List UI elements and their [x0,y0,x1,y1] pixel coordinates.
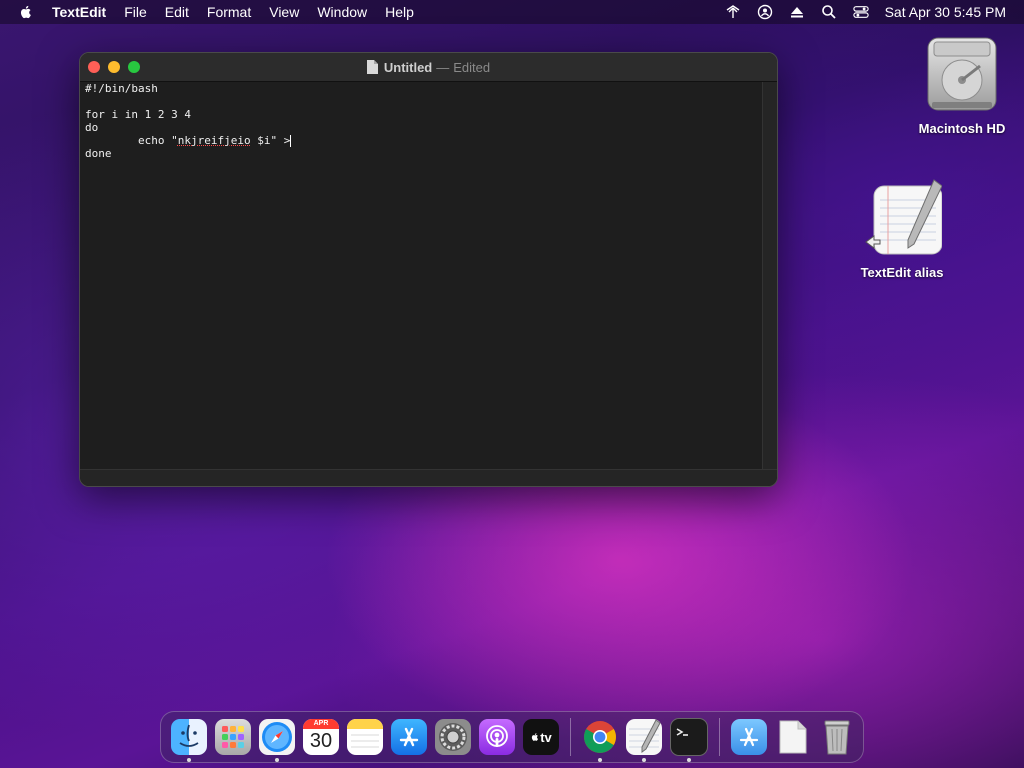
search-icon[interactable] [821,4,837,20]
calendar-month: APR [303,719,339,729]
misspelled-word: nkjreifjeio [177,134,251,147]
window-title: Untitled — Edited [80,53,777,81]
menu-app-name[interactable]: TextEdit [52,0,115,24]
desktop-icon-textedit-alias[interactable]: TextEdit alias [852,178,952,280]
control-center-icon[interactable] [852,4,869,20]
desktop-icon-label: TextEdit alias [860,265,944,280]
calendar-day: 30 [309,730,333,752]
menu-view[interactable]: View [260,0,308,24]
menu-window[interactable]: Window [308,0,376,24]
textedit-icon [629,719,661,753]
hard-drive-icon [927,37,997,111]
menu-clock[interactable]: Sat Apr 30 5:45 PM [885,4,1006,20]
window-titlebar[interactable]: Untitled — Edited [80,53,777,82]
dock-terminal[interactable] [670,718,708,762]
apple-tv-icon [532,733,539,741]
dock-notes[interactable] [347,719,383,755]
editor-line: #!/bin/bash [85,82,158,95]
dock-separator [570,718,571,756]
editor-line: do [85,121,99,134]
terminal-icon [676,728,688,736]
menu-format[interactable]: Format [198,0,260,24]
dock: APR 30 tv [160,711,864,763]
dock-launchpad[interactable] [215,719,251,755]
dock-chrome[interactable] [582,719,618,762]
notes-icon [347,719,383,729]
dock-finder[interactable] [171,719,207,762]
running-indicator [275,758,279,762]
app-store-icon [399,727,419,747]
dock-document[interactable] [775,719,811,755]
dock-app-store[interactable] [391,719,427,755]
notes-lines [351,734,379,748]
document-icon [779,720,807,754]
text-editor[interactable]: #!/bin/bash for i in 1 2 3 4 do echo "nk… [80,82,763,470]
menu-help[interactable]: Help [376,0,423,24]
vertical-scrollbar[interactable] [762,82,777,470]
running-indicator [642,758,646,762]
horizontal-scrollbar[interactable] [80,469,777,486]
running-indicator [187,758,191,762]
dock-separator [719,718,720,756]
menu-file[interactable]: File [115,0,156,24]
menu-edit[interactable]: Edit [156,0,198,24]
running-indicator [687,758,691,762]
dock-calendar[interactable]: APR 30 [303,719,339,755]
editor-line-echo: echo "nkjreifjeio $i" > [85,134,763,147]
echo-text: echo "nkjreifjeio $i" > [85,134,291,147]
textedit-icon [865,179,943,255]
finder-icon [179,724,199,747]
title-separator: — [436,59,450,75]
dock-podcasts[interactable] [479,719,515,755]
editor-line: done [85,147,112,160]
document-name: Untitled [383,59,433,75]
edited-status: Edited [453,59,491,75]
apple-icon[interactable] [18,4,34,20]
gear-icon [439,723,467,751]
dock-safari[interactable] [259,719,295,762]
dock-trash[interactable] [819,719,855,755]
tv-label: tv [540,729,552,745]
podcasts-icon [486,725,508,747]
user-account-icon[interactable] [757,4,773,20]
running-indicator [598,758,602,762]
text-cursor [290,135,292,147]
airdrop-icon[interactable] [725,4,741,20]
eject-icon[interactable] [789,4,805,20]
desktop-icon-label: Macintosh HD [918,121,1006,136]
dock-tv[interactable]: tv [523,719,559,755]
chrome-icon [584,721,616,753]
safari-icon [262,722,292,752]
textedit-window: Untitled — Edited #!/bin/bash for i in 1… [79,52,778,487]
dock-system-preferences[interactable] [435,719,471,755]
dock-textedit[interactable] [626,719,662,762]
desktop-icon-macintosh-hd[interactable]: Macintosh HD [912,36,1012,136]
dock-applications[interactable] [731,719,767,755]
document-icon [366,60,378,74]
editor-line: for i in 1 2 3 4 [85,108,191,121]
menu-bar: TextEdit File Edit Format View Window He… [0,0,1024,24]
trash-icon [824,720,850,755]
launchpad-icon [222,726,244,748]
applications-folder-icon [739,727,759,747]
